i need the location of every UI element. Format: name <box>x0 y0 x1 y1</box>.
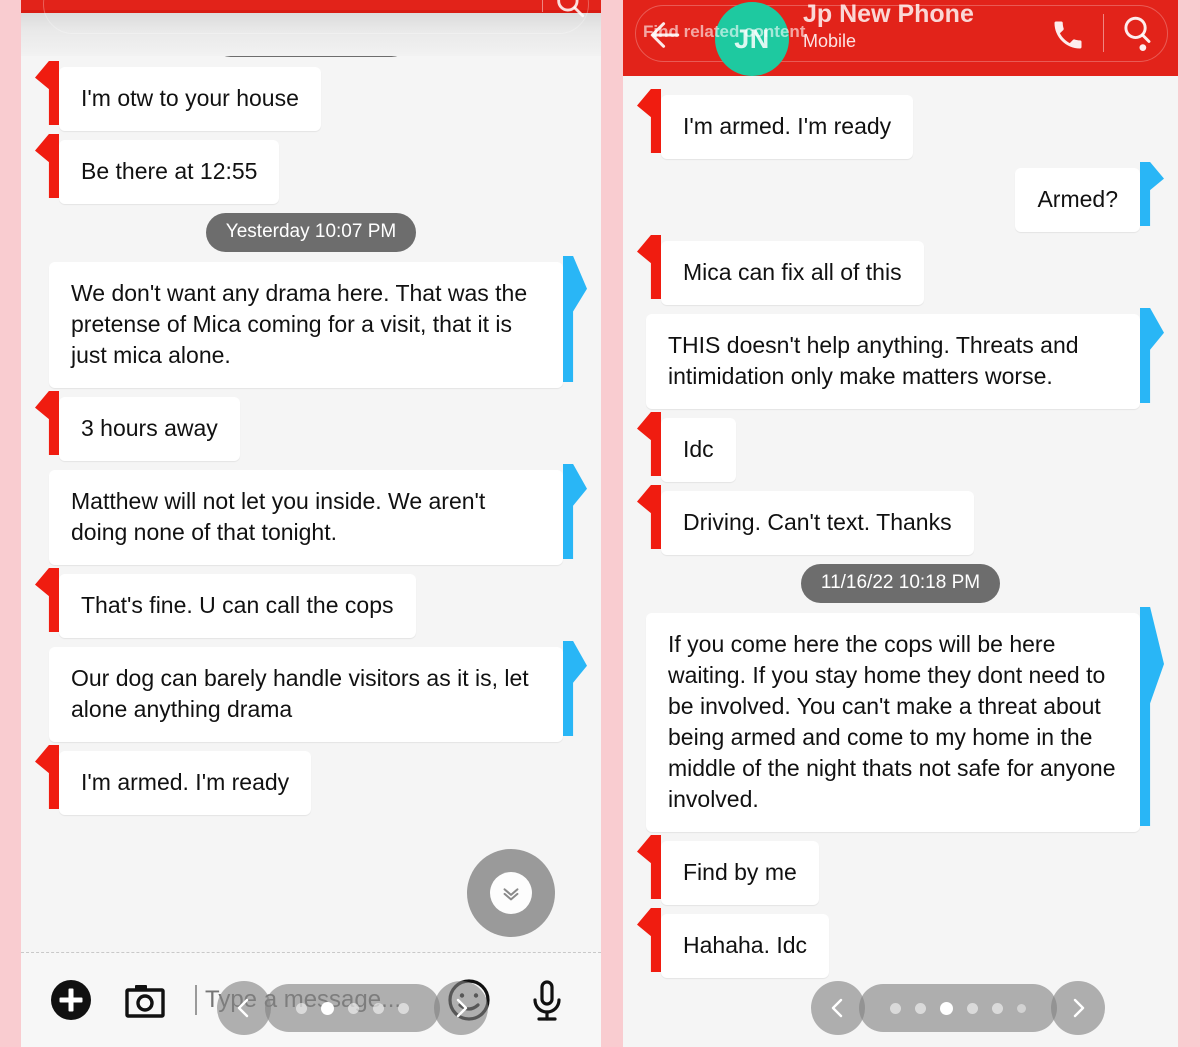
search-icon[interactable] <box>1118 12 1156 54</box>
incoming-message-bubble[interactable]: I'm otw to your house <box>59 67 321 131</box>
message-row: Our dog can barely handle visitors as it… <box>21 647 601 742</box>
carousel-dot[interactable] <box>967 1002 978 1014</box>
incoming-message-bubble[interactable]: I'm armed. I'm ready <box>661 95 914 159</box>
message-row: Be there at 12:55 <box>21 140 601 204</box>
carousel-pager-right <box>811 981 1105 1035</box>
carousel-dot[interactable] <box>1017 1003 1026 1013</box>
header-divider-right <box>1103 14 1104 52</box>
carousel-dot[interactable] <box>398 1002 409 1014</box>
carousel-dot[interactable] <box>373 1002 384 1014</box>
message-row: Find by me <box>623 841 1178 905</box>
carousel-dot[interactable] <box>321 1001 334 1015</box>
plus-icon[interactable] <box>47 976 95 1024</box>
incoming-message-bubble[interactable]: 3 hours away <box>59 397 240 461</box>
message-row: We don't want any drama here. That was t… <box>21 262 601 388</box>
microphone-icon[interactable] <box>523 976 571 1024</box>
outgoing-message-bubble[interactable]: We don't want any drama here. That was t… <box>49 262 563 388</box>
message-row: I'm armed. I'm ready <box>21 751 601 815</box>
message-row: Mica can fix all of this <box>623 241 1178 305</box>
contact-info[interactable]: Jp New Phone Mobile <box>803 0 974 54</box>
incoming-message-bubble[interactable]: That's fine. U can call the cops <box>59 574 416 638</box>
timestamp-label: 11/16/22 10:18 PM <box>800 564 1001 603</box>
header-shadow-fade-left <box>21 10 601 56</box>
timestamp-divider: Yesterday 10:07 PM <box>21 213 601 252</box>
carousel-dot[interactable] <box>348 1002 359 1014</box>
message-thread-right[interactable]: I'm armed. I'm ready Armed? Mica can fix a… <box>623 76 1178 1047</box>
outgoing-message-bubble[interactable]: Matthew will not let you inside. We aren… <box>49 470 563 565</box>
panel-gutter <box>601 0 623 1047</box>
carousel-dot[interactable] <box>992 1002 1003 1014</box>
carousel-dots-left[interactable] <box>265 984 440 1032</box>
double-chevron-down-icon <box>490 872 532 914</box>
contact-subtitle: Mobile <box>803 31 857 51</box>
find-related-content-overlay-right[interactable]: Find related content <box>643 22 805 42</box>
carousel-dot[interactable] <box>890 1002 901 1014</box>
phone-icon[interactable] <box>1050 16 1086 54</box>
carousel-prev-button[interactable] <box>217 981 271 1035</box>
search-icon[interactable] <box>553 0 587 20</box>
carousel-dot[interactable] <box>296 1002 307 1014</box>
camera-icon[interactable] <box>121 976 169 1024</box>
carousel-next-button[interactable] <box>1051 981 1105 1035</box>
header-divider-left <box>542 0 543 12</box>
message-row: If you come here the cops will be here w… <box>623 613 1178 832</box>
timestamp-divider: 11/16/22 10:18 PM <box>623 564 1178 603</box>
carousel-next-button[interactable] <box>434 981 488 1035</box>
incoming-message-bubble[interactable]: Hahaha. Idc <box>661 914 830 978</box>
carousel-dot[interactable] <box>940 1001 953 1015</box>
outgoing-message-bubble[interactable]: Armed? <box>1015 168 1140 232</box>
incoming-message-bubble[interactable]: Idc <box>661 418 736 482</box>
conversation-panel-right: JN Jp New Phone Mobile Find related cont… <box>623 0 1178 1047</box>
message-row: I'm otw to your house <box>21 67 601 131</box>
message-row: Matthew will not let you inside. We aren… <box>21 470 601 565</box>
conversation-panel-left: Find related content Yesterday 9:38 PMI'… <box>21 0 601 1047</box>
message-row: Armed? <box>623 168 1178 232</box>
carousel-dots-right[interactable] <box>859 984 1057 1032</box>
chat-header-right: JN Jp New Phone Mobile Find related cont… <box>623 0 1178 76</box>
contact-name: Jp New Phone <box>803 0 974 28</box>
message-row: Driving. Can't text. Thanks <box>623 491 1178 555</box>
incoming-message-bubble[interactable]: Find by me <box>661 841 819 905</box>
carousel-prev-button[interactable] <box>811 981 865 1035</box>
incoming-message-bubble[interactable]: I'm armed. I'm ready <box>59 751 312 815</box>
outgoing-message-bubble[interactable]: If you come here the cops will be here w… <box>646 613 1140 832</box>
message-thread-left[interactable]: Yesterday 9:38 PMI'm otw to your houseBe… <box>21 0 601 962</box>
screenshot-stage: Find related content Yesterday 9:38 PMI'… <box>0 0 1200 1047</box>
message-row: THIS doesn't help anything. Threats and … <box>623 314 1178 409</box>
carousel-pager-left <box>217 981 488 1035</box>
message-row: That's fine. U can call the cops <box>21 574 601 638</box>
outgoing-message-bubble[interactable]: THIS doesn't help anything. Threats and … <box>646 314 1140 409</box>
scroll-to-bottom-button[interactable] <box>467 849 555 937</box>
incoming-message-bubble[interactable]: Mica can fix all of this <box>661 241 924 305</box>
find-related-content-overlay-left[interactable]: Find related content <box>95 0 259 4</box>
timestamp-label: Yesterday 10:07 PM <box>205 213 417 252</box>
incoming-message-bubble[interactable]: Be there at 12:55 <box>59 140 280 204</box>
outgoing-message-bubble[interactable]: Our dog can barely handle visitors as it… <box>49 647 563 742</box>
message-row: 3 hours away <box>21 397 601 461</box>
incoming-message-bubble[interactable]: Driving. Can't text. Thanks <box>661 491 974 555</box>
message-row: Idc <box>623 418 1178 482</box>
carousel-dot[interactable] <box>915 1002 926 1014</box>
message-row: Hahaha. Idc <box>623 914 1178 978</box>
message-row: I'm armed. I'm ready <box>623 95 1178 159</box>
